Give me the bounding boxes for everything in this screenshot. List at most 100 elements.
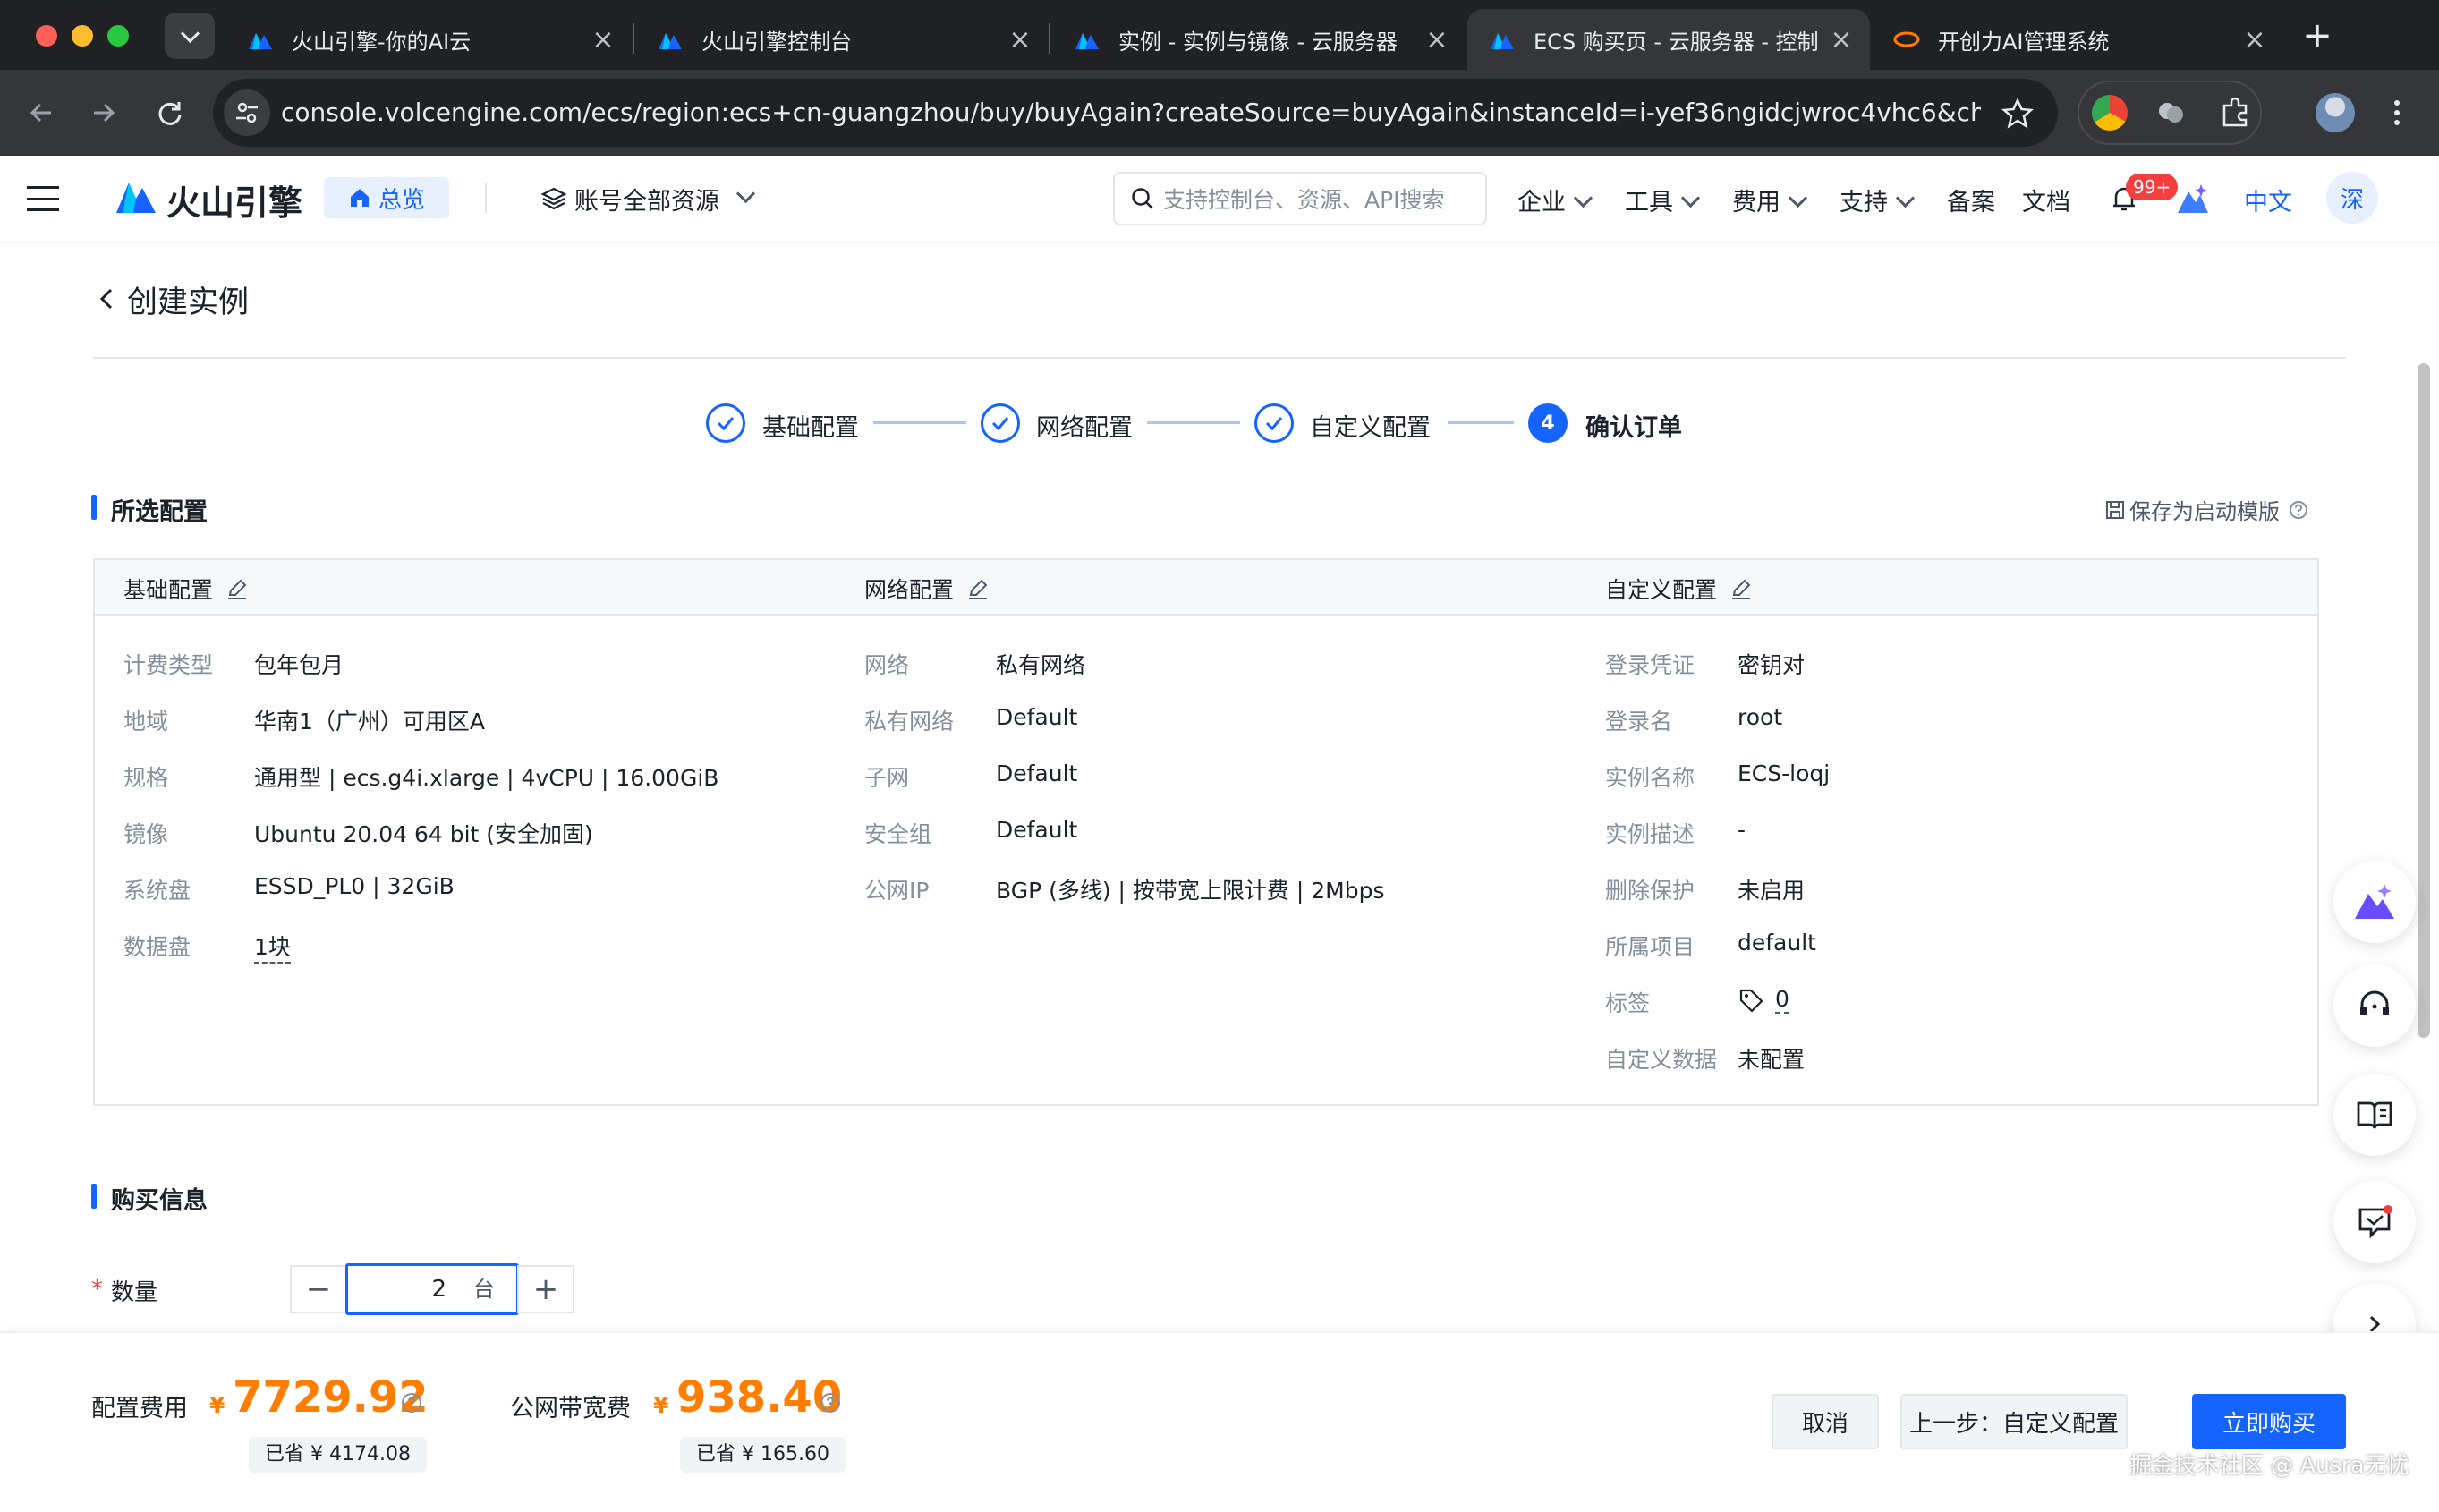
- volcano-logo-icon[interactable]: [115, 175, 157, 217]
- close-icon[interactable]: ×: [1825, 23, 1857, 55]
- ai-assistant-icon[interactable]: [2176, 183, 2210, 215]
- selected-config-title: 所选配置: [111, 498, 208, 526]
- step-3-check-icon: [1254, 403, 1294, 443]
- config-fee-help-icon[interactable]: [401, 1392, 422, 1414]
- profile-avatar[interactable]: [2316, 93, 2355, 132]
- close-icon[interactable]: ×: [587, 23, 619, 55]
- feedback-float-button[interactable]: [2333, 1181, 2416, 1263]
- reload-button[interactable]: [145, 88, 195, 138]
- close-icon[interactable]: ×: [1421, 23, 1453, 55]
- hamburger-menu-icon[interactable]: [27, 186, 59, 211]
- config-fee-currency: ¥: [209, 1392, 225, 1418]
- project-key: 所属项目: [1605, 934, 1695, 960]
- headset-icon: [2360, 990, 2389, 1015]
- chevron-down-icon: [1573, 188, 1593, 208]
- data-disk-key: 数据盘: [123, 934, 191, 960]
- data-disk-value[interactable]: 1块: [254, 930, 291, 964]
- nav-tools[interactable]: 工具: [1625, 183, 1701, 217]
- customer-service-button[interactable]: [2333, 964, 2416, 1047]
- tags-count: 0: [1775, 986, 1789, 1014]
- config-fee-label: 配置费用: [91, 1395, 188, 1423]
- bandwidth-fee-help-icon[interactable]: [820, 1392, 841, 1414]
- tags-key: 标签: [1605, 990, 1651, 1016]
- book-open-icon: [2357, 1101, 2392, 1129]
- overview-button[interactable]: 总览: [324, 177, 449, 218]
- window-minimize-button[interactable]: [72, 25, 93, 47]
- new-tab-button[interactable]: +: [2296, 14, 2339, 57]
- edit-custom-config-icon[interactable]: [1729, 577, 1753, 600]
- quantity-input[interactable]: 2 台: [345, 1263, 519, 1315]
- nav-billing[interactable]: 费用: [1732, 183, 1808, 217]
- puzzle-icon[interactable]: [2217, 95, 2253, 131]
- vpc-key: 私有网络: [864, 709, 955, 735]
- public-ip-value: BGP (多线) | 按带宽上限计费 | 2Mbps: [996, 878, 1385, 904]
- tab-search-button[interactable]: [165, 13, 215, 59]
- page-scrollbar[interactable]: [2418, 363, 2430, 1038]
- bookmark-star-button[interactable]: [1997, 93, 2038, 134]
- forward-button[interactable]: [79, 88, 129, 138]
- resource-scope-selector[interactable]: 账号全部资源: [540, 179, 756, 218]
- extension-cloud-icon[interactable]: [2154, 97, 2187, 129]
- instance-name-value: ECS-loqj: [1738, 760, 1831, 786]
- chevron-down-icon: [735, 183, 756, 203]
- step-1-label: 基础配置: [762, 414, 859, 442]
- edit-basic-config-icon[interactable]: [225, 577, 249, 600]
- ai-assistant-float-button[interactable]: [2333, 861, 2416, 943]
- bandwidth-fee-amount: 938.40: [676, 1372, 843, 1423]
- browser-tab-active[interactable]: ECS 购买页 - 云服务器 - 控制 ×: [1467, 9, 1870, 70]
- login-name-value: root: [1738, 704, 1783, 730]
- close-icon[interactable]: ×: [2239, 23, 2271, 55]
- billing-type-key: 计费类型: [123, 652, 214, 678]
- chrome-extension-icon[interactable]: [2092, 95, 2128, 131]
- bandwidth-fee-label: 公网带宽费: [510, 1395, 631, 1423]
- nav-docs[interactable]: 文档: [2022, 183, 2070, 217]
- search-icon: [1132, 188, 1153, 209]
- quantity-increment-button[interactable]: +: [517, 1265, 574, 1313]
- docs-float-button[interactable]: [2333, 1074, 2416, 1156]
- window-maximize-button[interactable]: [107, 25, 129, 47]
- buy-now-button[interactable]: 立即购买: [2192, 1394, 2346, 1449]
- required-asterisk: *: [91, 1276, 103, 1303]
- previous-step-button[interactable]: 上一步：自定义配置: [1900, 1394, 2128, 1449]
- tab-divider: [1049, 23, 1050, 54]
- save-template-label: 保存为启动模版: [2129, 499, 2280, 524]
- purchase-info-title: 购买信息: [111, 1187, 208, 1215]
- page-title: 创建实例: [127, 285, 249, 320]
- browser-menu-button[interactable]: [2384, 93, 2410, 132]
- browser-tab[interactable]: 实例 - 实例与镜像 - 云服务器 ×: [1052, 9, 1466, 70]
- billing-type-value: 包年包月: [254, 652, 344, 678]
- nav-support[interactable]: 支持: [1840, 183, 1916, 217]
- watermark: 掘金技术社区 @ Ausra无忧: [2129, 1452, 2409, 1478]
- bandwidth-fee-saved-badge: 已省 ¥ 165.60: [680, 1437, 846, 1473]
- save-template-link[interactable]: 保存为启动模版: [2104, 494, 2308, 525]
- brand-name[interactable]: 火山引擎: [166, 175, 302, 225]
- ai-mountain-icon: [2355, 884, 2394, 919]
- login-name-key: 登录名: [1605, 709, 1673, 735]
- global-search-input[interactable]: 支持控制台、资源、API搜索: [1113, 172, 1487, 225]
- minus-icon: −: [305, 1271, 332, 1307]
- site-info-button[interactable]: [224, 89, 270, 136]
- url-text[interactable]: console.volcengine.com/ecs/region:ecs+cn…: [281, 89, 1981, 136]
- tags-value[interactable]: 0: [1738, 986, 1789, 1014]
- nav-icp-filing[interactable]: 备案: [1947, 183, 1995, 217]
- edit-network-config-icon[interactable]: [966, 577, 990, 600]
- security-group-key: 安全组: [864, 821, 932, 847]
- help-icon: [2290, 500, 2307, 519]
- cancel-button[interactable]: 取消: [1772, 1394, 1879, 1449]
- browser-tab[interactable]: 开创力AI管理系统 ×: [1872, 9, 2283, 70]
- back-arrow-icon[interactable]: [95, 283, 118, 315]
- user-avatar[interactable]: 深: [2326, 172, 2378, 224]
- save-icon: [2106, 500, 2124, 519]
- header-divider: [485, 183, 487, 213]
- window-close-button[interactable]: [36, 25, 57, 47]
- language-switch[interactable]: 中文: [2244, 183, 2292, 217]
- close-icon[interactable]: ×: [1004, 23, 1036, 55]
- quantity-decrement-button[interactable]: −: [290, 1265, 347, 1313]
- resource-scope-label: 账号全部资源: [574, 187, 719, 216]
- browser-tab[interactable]: 火山引擎-你的AI云 ×: [225, 9, 632, 70]
- nav-enterprise[interactable]: 企业: [1517, 183, 1593, 217]
- browser-tab[interactable]: 火山引擎控制台 ×: [635, 9, 1049, 70]
- back-button[interactable]: [16, 88, 66, 138]
- reload-icon: [158, 102, 182, 125]
- step-connector: [1448, 421, 1514, 424]
